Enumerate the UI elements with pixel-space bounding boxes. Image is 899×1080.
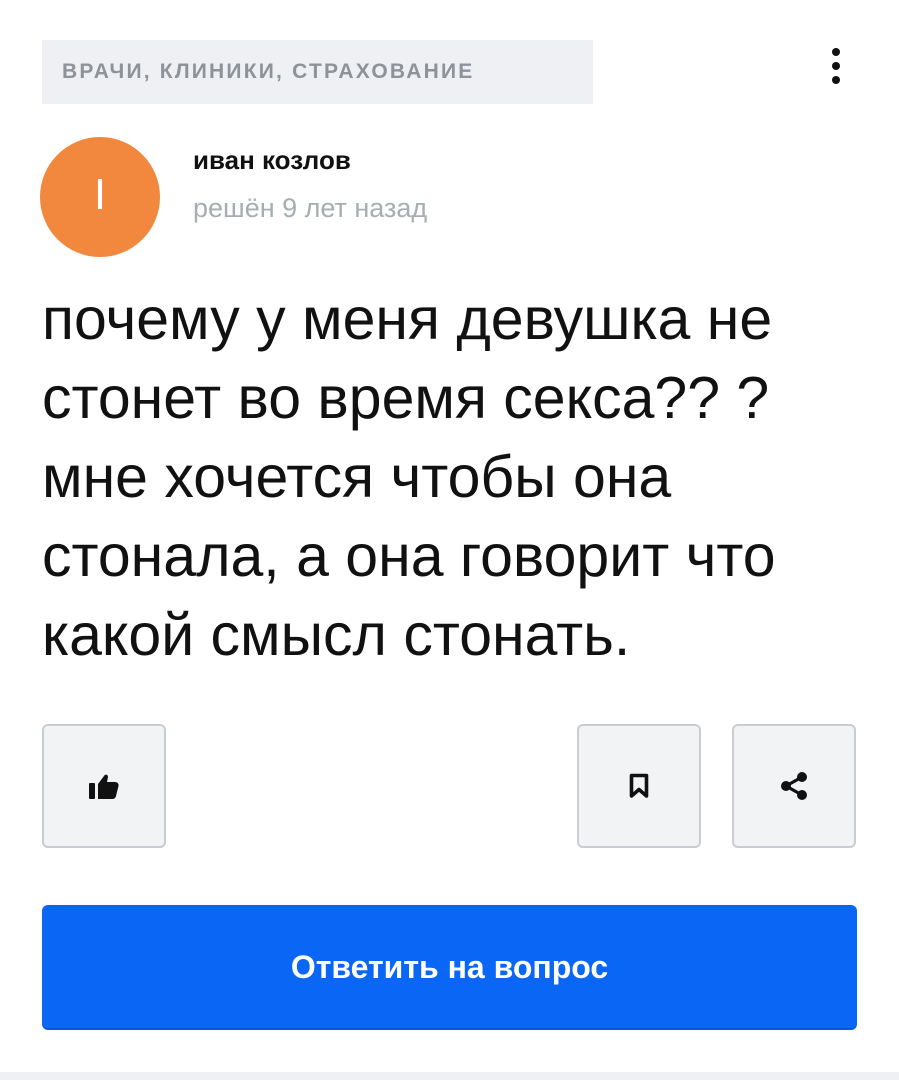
avatar[interactable]: I <box>40 137 160 257</box>
bookmark-icon <box>629 773 649 798</box>
answer-question-button[interactable]: Ответить на вопрос <box>42 905 857 1030</box>
author-name[interactable]: иван козлов <box>193 145 351 176</box>
post-status: решён 9 лет назад <box>193 193 428 223</box>
share-button[interactable] <box>732 724 856 848</box>
category-tag[interactable]: ВРАЧИ, КЛИНИКИ, СТРАХОВАНИЕ <box>42 40 593 104</box>
share-icon <box>781 772 807 800</box>
question-text: почему у меня девушка не стонет во время… <box>42 286 776 668</box>
more-vertical-icon-dot <box>832 62 840 70</box>
like-button[interactable] <box>42 724 166 848</box>
more-options-button[interactable] <box>818 40 854 92</box>
more-vertical-icon-dot <box>832 76 840 84</box>
thumbs-up-icon <box>89 774 119 799</box>
more-vertical-icon <box>832 48 840 56</box>
question-card: ВРАЧИ, КЛИНИКИ, СТРАХОВАНИЕ I иван козло… <box>0 0 899 1080</box>
bookmark-button[interactable] <box>577 724 701 848</box>
